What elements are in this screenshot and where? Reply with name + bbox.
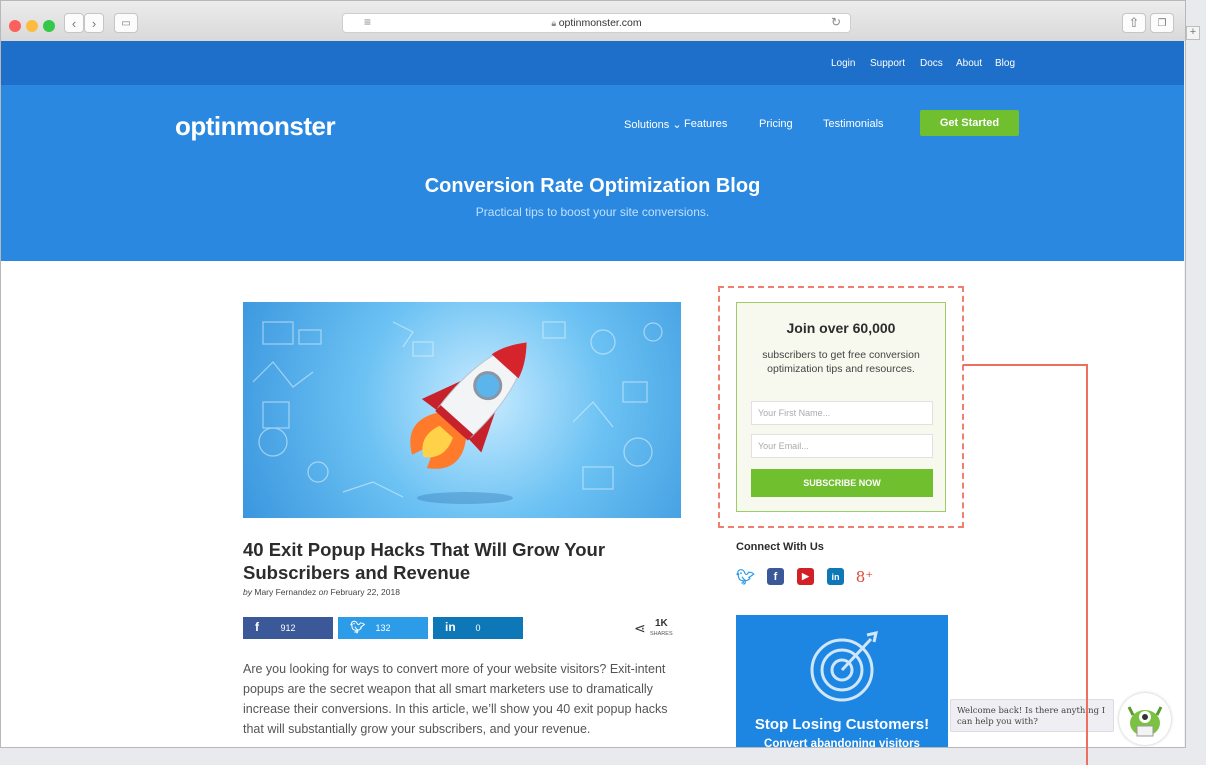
nav-testimonials[interactable]: Testimonials: [823, 118, 884, 130]
page-title: Conversion Rate Optimization Blog: [424, 175, 761, 197]
url-text: optinmonster.com: [558, 17, 642, 29]
address-bar[interactable]: ≡ 🔒︎ optinmonster.com ↻: [342, 13, 851, 33]
rocket-illustration: [252, 321, 663, 504]
reload-icon[interactable]: ↻: [831, 15, 841, 29]
site-header: optinmonster Solutions ⌄ Features Pricin…: [1, 85, 1184, 261]
support-link[interactable]: Support: [870, 58, 905, 69]
optin-title: Join over 60,000: [786, 320, 896, 336]
promo-title: Stop Losing Customers!: [754, 716, 930, 733]
browser-window: ‹ › ▭ ≡ 🔒︎ optinmonster.com ↻ ⇧ ❐ Login …: [0, 0, 1186, 748]
scrollbar[interactable]: [1184, 41, 1185, 747]
annotation-line: [963, 364, 1087, 366]
facebook-share-count: 912: [280, 623, 296, 633]
linkedin-share-count: 0: [475, 623, 481, 633]
blog-link[interactable]: Blog: [995, 58, 1015, 69]
facebook-share-button[interactable]: f 912: [243, 617, 333, 639]
optin-form: Join over 60,000 subscribers to get free…: [736, 302, 946, 512]
nav-solutions[interactable]: Solutions ⌄: [624, 118, 682, 131]
total-shares-count: 1K: [655, 618, 668, 629]
email-field[interactable]: [751, 434, 933, 458]
author-name[interactable]: Mary Fernandez: [254, 587, 316, 597]
minimize-window-button[interactable]: [26, 20, 38, 32]
forward-icon[interactable]: ›: [84, 13, 104, 33]
annotation-line-vertical: [1086, 364, 1088, 765]
nav-features[interactable]: Features: [684, 118, 727, 130]
tabs-icon[interactable]: ❐: [1150, 13, 1174, 33]
post-date: February 22, 2018: [330, 587, 400, 597]
docs-link[interactable]: Docs: [920, 58, 943, 69]
utility-bar: Login Support Docs About Blog: [1, 41, 1184, 85]
zoom-window-button[interactable]: [43, 20, 55, 32]
new-tab-icon[interactable]: +: [1186, 26, 1200, 40]
youtube-icon[interactable]: ▶: [797, 568, 814, 585]
share-icon: ⋖: [634, 620, 646, 636]
google-plus-icon[interactable]: 8⁺: [856, 568, 873, 586]
promo-subtitle: Convert abandoning visitors: [764, 738, 920, 748]
twitter-share-button[interactable]: 🐦︎ 132: [338, 617, 428, 639]
first-name-field[interactable]: [751, 401, 933, 425]
twitter-share-count: 132: [375, 623, 391, 633]
target-icon: [810, 631, 878, 702]
facebook-icon[interactable]: f: [767, 568, 784, 585]
browser-toolbar: ‹ › ▭ ≡ 🔒︎ optinmonster.com ↻ ⇧ ❐: [1, 1, 1185, 42]
chat-bubble[interactable]: Welcome back! Is there anything I can he…: [950, 699, 1114, 732]
about-link[interactable]: About: [956, 58, 982, 69]
close-window-button[interactable]: [9, 20, 21, 32]
article-intro: Are you looking for ways to convert more…: [243, 662, 668, 736]
linkedin-share-button[interactable]: in 0: [433, 617, 523, 639]
total-shares-label: SHARES: [650, 631, 673, 637]
linkedin-icon[interactable]: in: [827, 568, 844, 585]
article-title[interactable]: 40 Exit Popup Hacks That Will Grow Your …: [243, 538, 673, 584]
login-link[interactable]: Login: [831, 58, 855, 69]
page-subtitle: Practical tips to boost your site conver…: [475, 205, 710, 219]
subscribe-button[interactable]: SUBSCRIBE NOW: [751, 469, 933, 497]
sidebar-icon[interactable]: ▭: [114, 13, 138, 33]
promo-banner[interactable]: Stop Losing Customers! Convert abandonin…: [736, 615, 948, 748]
web-page: Login Support Docs About Blog optinmonst…: [1, 41, 1184, 748]
site-logo[interactable]: optinmonster: [175, 111, 336, 142]
optin-description: subscribers to get free conversion optim…: [762, 349, 920, 375]
get-started-button[interactable]: Get Started: [920, 110, 1019, 136]
twitter-icon[interactable]: 🐦︎: [736, 568, 755, 586]
connect-heading: Connect With Us: [736, 541, 824, 553]
featured-image[interactable]: [243, 302, 681, 518]
nav-pricing[interactable]: Pricing: [759, 118, 793, 130]
byline: by Mary Fernandez on February 22, 2018: [243, 587, 400, 597]
chat-monster-avatar[interactable]: [1119, 693, 1171, 745]
chevron-down-icon: ⌄: [672, 119, 682, 131]
lock-icon: 🔒︎: [551, 18, 559, 28]
monster-icon: [1127, 706, 1163, 737]
back-icon[interactable]: ‹: [64, 13, 84, 33]
share-icon[interactable]: ⇧: [1122, 13, 1146, 33]
